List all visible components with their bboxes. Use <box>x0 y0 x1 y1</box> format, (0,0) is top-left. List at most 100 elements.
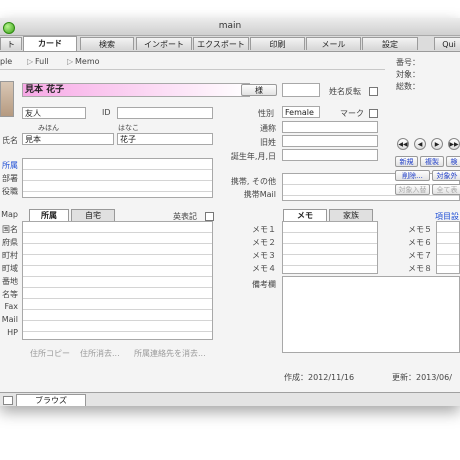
main-window: main ト カード 検索 インポート エクスポート 印刷 メール 設定 Qui… <box>0 18 460 406</box>
memo4-label: メモ４ <box>252 264 276 273</box>
reverse-name-label: 姓名反転 <box>329 87 361 96</box>
exclude-target-button[interactable]: 対象外 <box>432 170 460 181</box>
fax-label: Fax <box>4 302 18 311</box>
kana-first-name: はなこ <box>118 124 139 132</box>
building-label: 名等 <box>2 290 18 299</box>
chevron-right-icon: ▷ <box>67 57 74 66</box>
layout-icon[interactable] <box>3 396 13 405</box>
birthday-field[interactable] <box>282 149 378 161</box>
maiden-name-label: 旧姓 <box>260 138 276 147</box>
remarks-field[interactable] <box>282 276 460 353</box>
view-simple[interactable]: ple <box>0 57 12 66</box>
full-name-field[interactable]: 見本 花子 <box>22 83 250 97</box>
record-total-label: 総数： <box>396 82 420 91</box>
memo3-label: メモ３ <box>252 251 276 260</box>
mode-indicator[interactable]: ブラウズ <box>16 394 86 406</box>
tab-settings[interactable]: 設定 <box>362 37 418 50</box>
nickname-label: 通称 <box>260 124 276 133</box>
memo-left-fields[interactable] <box>282 221 378 274</box>
divider <box>0 69 385 70</box>
first-name-field[interactable]: 花子 <box>117 133 213 145</box>
country-label: 国名 <box>2 225 18 234</box>
memo7-label: メモ７ <box>408 251 432 260</box>
show-all-button[interactable]: 全て表 <box>432 184 460 195</box>
nickname-field[interactable] <box>282 121 378 133</box>
tab-home-address[interactable]: 自宅 <box>71 209 115 221</box>
mobile-label: 携帯, その他 <box>230 177 276 186</box>
address-fields[interactable] <box>22 221 213 340</box>
id-label: ID <box>102 108 111 117</box>
affiliation-label[interactable]: 所属 <box>0 160 18 171</box>
last-name-field[interactable]: 見本 <box>22 133 114 145</box>
mark-checkbox[interactable] <box>369 109 378 118</box>
memo8-label: メモ８ <box>408 264 432 273</box>
city-label: 町村 <box>2 251 18 260</box>
tab-work-address[interactable]: 所属 <box>29 209 69 221</box>
tab-memo[interactable]: メモ <box>283 209 327 221</box>
main-tab-bar: ト カード 検索 インポート エクスポート 印刷 メール 設定 Qui <box>0 36 460 52</box>
clear-address-button[interactable]: 住所消去... <box>80 348 120 359</box>
memo2-label: メモ２ <box>252 238 276 247</box>
mark-label: マーク <box>340 109 364 118</box>
created-date: 作成：2012/11/16 <box>284 373 355 382</box>
mail-label: Mail <box>1 315 18 324</box>
english-notation-checkbox[interactable] <box>205 212 214 221</box>
tab-import[interactable]: インポート <box>136 37 192 50</box>
photo-thumbnail[interactable] <box>0 81 14 117</box>
prefecture-label: 府県 <box>2 238 18 247</box>
map-label[interactable]: Map <box>0 210 18 219</box>
memo1-label: メモ１ <box>252 225 276 234</box>
record-target-label: 対象： <box>396 70 420 79</box>
duplicate-button[interactable]: 複製 <box>420 156 444 167</box>
swap-target-button[interactable]: 対象入替 <box>395 184 430 195</box>
affiliation-fields[interactable] <box>22 158 213 198</box>
search-button[interactable]: 検 <box>446 156 460 167</box>
kana-last-name: みほん <box>38 124 59 132</box>
view-memo[interactable]: Memo <box>75 57 100 66</box>
id-field[interactable] <box>117 107 213 119</box>
memo6-label: メモ６ <box>408 238 432 247</box>
new-record-button[interactable]: 新規 <box>395 156 418 167</box>
tab-mail[interactable]: メール <box>306 37 361 50</box>
memo-right-fields[interactable] <box>436 221 460 274</box>
card-panel: ple ▷ Full ▷ Memo 番号： 対象： 総数： 見本 花子 様 姓名… <box>0 52 460 392</box>
tab-search[interactable]: 検索 <box>80 37 134 50</box>
tab-print[interactable]: 印刷 <box>250 37 305 50</box>
last-record-icon[interactable]: ▶▶ <box>448 138 460 150</box>
previous-record-icon[interactable]: ◀ <box>414 138 426 150</box>
street-label: 番地 <box>2 277 18 286</box>
department-label: 部署 <box>2 174 18 183</box>
maiden-name-field[interactable] <box>282 135 378 147</box>
status-bar: ブラウズ <box>0 392 460 406</box>
name-label: 氏名 <box>2 136 18 145</box>
birthday-label: 誕生年,月,日 <box>230 152 276 161</box>
chevron-right-icon: ▷ <box>27 57 34 66</box>
copy-address-button[interactable]: 住所コピー <box>30 348 70 359</box>
memo5-label: メモ５ <box>408 225 432 234</box>
next-record-icon[interactable]: ▶ <box>431 138 443 150</box>
honorific-button[interactable]: 様 <box>241 84 277 96</box>
tab-card[interactable]: カード <box>23 36 77 51</box>
tab-quit[interactable]: Qui <box>434 37 460 50</box>
position-label: 役職 <box>2 187 18 196</box>
window-title: main <box>218 21 242 31</box>
first-record-icon[interactable]: ◀◀ <box>397 138 409 150</box>
view-full[interactable]: Full <box>35 57 49 66</box>
hp-label: HP <box>7 328 18 337</box>
remarks-label: 備考欄 <box>252 280 276 289</box>
gender-field[interactable]: Female <box>282 106 320 118</box>
tab-export[interactable]: エクスポート <box>193 37 249 50</box>
group-field[interactable]: 友人 <box>22 107 86 119</box>
tab-top[interactable]: ト <box>0 37 22 50</box>
title-bar: main <box>0 18 460 36</box>
clear-contact-button[interactable]: 所属連絡先を消去... <box>134 348 206 359</box>
reverse-name-checkbox[interactable] <box>369 87 378 96</box>
tab-family[interactable]: 家族 <box>329 209 373 221</box>
gender-label: 性別 <box>258 109 274 118</box>
updated-date: 更新：2013/06/ <box>392 373 452 382</box>
town-label: 町域 <box>2 264 18 273</box>
mobile-mail-label: 携帯Mail <box>243 190 276 199</box>
honorific-field[interactable] <box>282 83 320 97</box>
record-number-label: 番号： <box>396 58 420 67</box>
delete-button[interactable]: 削除... <box>395 170 430 181</box>
